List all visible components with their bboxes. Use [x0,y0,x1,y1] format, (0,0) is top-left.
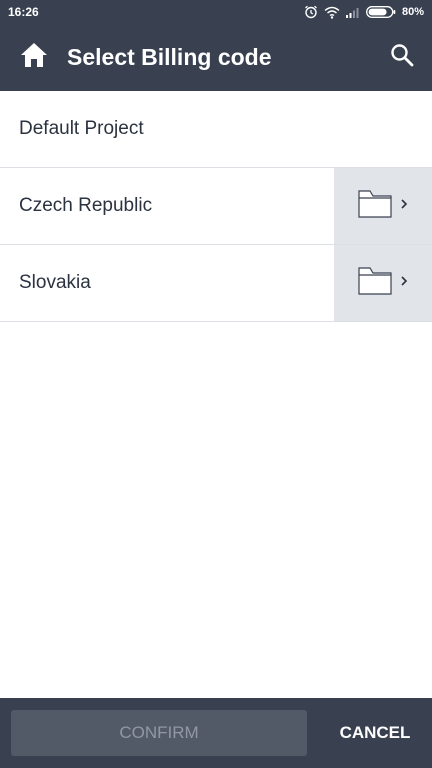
signal-icon [345,6,360,18]
status-bar: 16:26 80% [0,0,432,24]
open-folder-button[interactable] [334,245,432,321]
list-item-label: Default Project [19,118,144,139]
open-folder-button[interactable] [334,168,432,244]
chevron-right-icon [400,197,408,215]
list-item[interactable]: Default Project [0,91,432,168]
confirm-button[interactable]: CONFIRM [11,710,307,756]
bottom-action-bar: CONFIRM CANCEL [0,698,432,768]
status-time: 16:26 [8,5,39,19]
battery-icon [366,6,396,18]
battery-percent: 80% [401,6,424,18]
search-button[interactable] [372,24,432,91]
cancel-button[interactable]: CANCEL [320,710,430,756]
list-item[interactable]: Slovakia [0,245,432,322]
chevron-right-icon [400,274,408,292]
list-item[interactable]: Czech Republic [0,168,432,245]
app-bar: Select Billing code [0,24,432,91]
status-icons: 80% [304,5,424,19]
page-title: Select Billing code [67,44,272,70]
home-icon [20,42,48,73]
home-button[interactable] [0,24,67,91]
folder-icon [358,266,392,300]
wifi-icon [324,6,340,19]
billing-code-list: Default Project Czech Republic Slovakia [0,91,432,322]
folder-icon [358,189,392,223]
alarm-icon [304,5,318,19]
search-icon [390,43,414,72]
